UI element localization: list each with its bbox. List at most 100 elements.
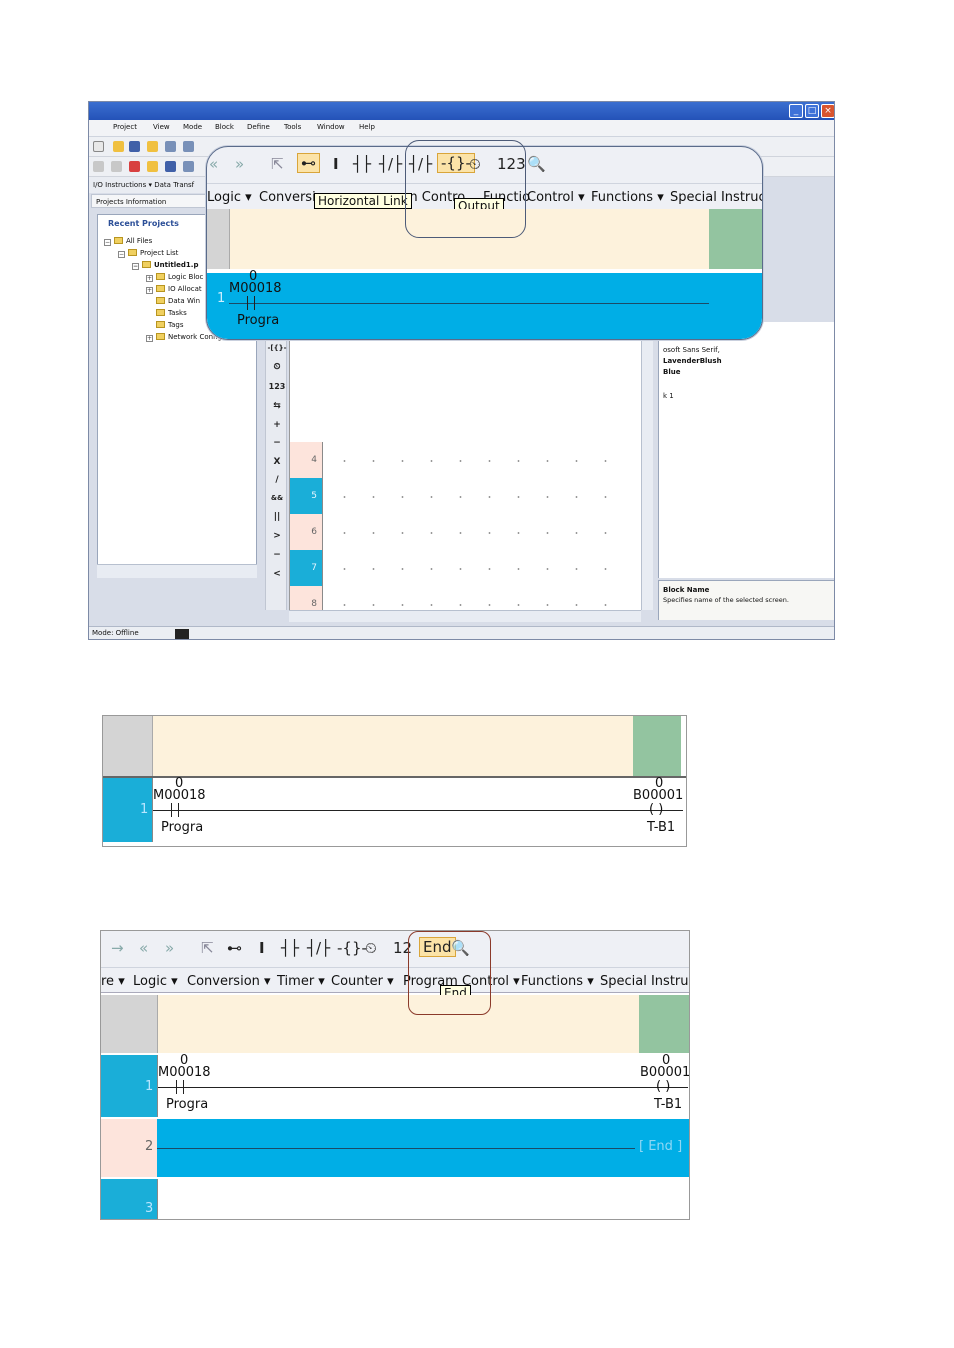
- menu-logic[interactable]: Logic ▾: [207, 190, 252, 205]
- output-coil-icon[interactable]: -{}-: [337, 939, 367, 957]
- property-block-name[interactable]: k 1: [663, 392, 674, 400]
- multiply-tool[interactable]: X: [266, 457, 288, 467]
- rung-1-selected[interactable]: 1 0 M00018 Progra: [207, 269, 762, 339]
- rung-3[interactable]: [157, 1179, 689, 1219]
- open-folder-icon[interactable]: [113, 141, 124, 152]
- normally-closed-contact-icon[interactable]: ┤/├: [307, 939, 330, 957]
- io-instructions-menu[interactable]: I/O Instructions: [93, 181, 146, 189]
- header-corner: [103, 716, 152, 776]
- back-icon[interactable]: «: [209, 155, 218, 173]
- save-icon[interactable]: [129, 141, 140, 152]
- close-button[interactable]: ×: [821, 104, 834, 118]
- ladder-horizontal-scrollbar[interactable]: [289, 610, 641, 622]
- collapse-icon[interactable]: −: [132, 263, 139, 270]
- menu-control[interactable]: Control ▾: [527, 190, 585, 205]
- coil-address: B00001: [640, 1065, 690, 1080]
- rung-2-selected[interactable]: [ End ]: [157, 1119, 689, 1177]
- menu-tools[interactable]: Tools: [284, 123, 301, 131]
- delete-icon[interactable]: [129, 161, 140, 172]
- collapse-icon[interactable]: −: [104, 239, 111, 246]
- vertical-link-icon[interactable]: I: [259, 939, 265, 957]
- ladder-editor[interactable]: 4 5 6 7 8: [289, 332, 641, 622]
- timer-tool[interactable]: ⏲: [266, 362, 288, 372]
- ladder-vertical-scrollbar[interactable]: [641, 332, 653, 610]
- menu-window[interactable]: Window: [317, 123, 345, 131]
- expand-icon[interactable]: +: [146, 335, 153, 342]
- number-tool[interactable]: 123: [266, 382, 288, 391]
- divide-tool[interactable]: /: [266, 475, 288, 485]
- tree-item-logic-blocks[interactable]: + Logic Bloc: [146, 273, 203, 282]
- expand-icon[interactable]: +: [146, 275, 153, 282]
- paste-icon[interactable]: [111, 161, 122, 172]
- horizontal-link-icon[interactable]: ⊷: [227, 939, 242, 957]
- project-tree-scrollbar[interactable]: [97, 564, 257, 578]
- horizontal-link-icon[interactable]: ⊷: [297, 153, 320, 173]
- minimize-button[interactable]: _: [789, 104, 803, 118]
- zoom-icon[interactable]: 🔍: [527, 155, 546, 173]
- tree-item-tags[interactable]: Tags: [156, 321, 184, 329]
- menu-partial[interactable]: re ▾: [101, 974, 125, 989]
- tree-item-untitled1[interactable]: − Untitled1.p: [132, 261, 198, 270]
- data-transfer-menu[interactable]: Data Transf: [154, 181, 194, 189]
- folder-icon: [156, 285, 165, 292]
- menu-help[interactable]: Help: [359, 123, 375, 131]
- tree-item-project-list[interactable]: − Project List: [118, 249, 178, 258]
- folder-icon[interactable]: [147, 141, 158, 152]
- back-icon[interactable]: «: [139, 939, 148, 957]
- menu-mode[interactable]: Mode: [183, 123, 202, 131]
- monitor-icon[interactable]: [165, 161, 176, 172]
- greater-than-tool[interactable]: >: [266, 531, 288, 541]
- maximize-button[interactable]: □: [805, 104, 819, 118]
- menu-logic[interactable]: Logic ▾: [133, 974, 178, 989]
- grid-icon[interactable]: [183, 161, 194, 172]
- transfer-tool[interactable]: ⇆: [266, 401, 288, 411]
- print-icon[interactable]: [165, 141, 176, 152]
- expand-icon[interactable]: +: [146, 287, 153, 294]
- tree-item-io-allocation[interactable]: + IO Allocat: [146, 285, 202, 294]
- menu-functions[interactable]: Functions ▾: [591, 190, 664, 205]
- menu-view[interactable]: View: [153, 123, 170, 131]
- folder-icon[interactable]: [147, 161, 158, 172]
- rung-1[interactable]: 0 M00018 Progra 0 B00001 ( ) T-B1: [152, 776, 683, 842]
- normally-open-contact-icon[interactable]: ┤├: [353, 155, 371, 173]
- minus-tool[interactable]: −: [266, 550, 288, 560]
- tree-item-data-window[interactable]: Data Win: [156, 297, 200, 305]
- property-back-color[interactable]: LavenderBlush: [663, 357, 722, 365]
- copy-icon[interactable]: [93, 161, 104, 172]
- add-tool[interactable]: +: [266, 420, 288, 430]
- and-tool[interactable]: &&: [266, 494, 288, 502]
- forward-icon[interactable]: »: [235, 155, 244, 173]
- menu-special-instructions[interactable]: Special Instructi: [600, 974, 689, 989]
- property-fore-color[interactable]: Blue: [663, 368, 680, 376]
- grid-dots: [330, 604, 630, 606]
- output-tool[interactable]: -[{}-: [266, 344, 288, 352]
- select-icon[interactable]: ⇱: [271, 155, 284, 173]
- menu-block[interactable]: Block: [215, 123, 234, 131]
- contact-label: Progra: [166, 1097, 209, 1112]
- less-than-tool[interactable]: <: [266, 569, 288, 579]
- menu-define[interactable]: Define: [247, 123, 270, 131]
- tree-item-tasks[interactable]: Tasks: [156, 309, 187, 317]
- menu-conversion[interactable]: Conversion ▾: [187, 974, 271, 989]
- normally-open-contact-icon[interactable]: ┤├: [281, 939, 299, 957]
- menu-functions[interactable]: Functions ▾: [521, 974, 594, 989]
- new-file-icon[interactable]: [93, 141, 104, 152]
- rung-1[interactable]: 0 M00018 Progra 0 B00001 ( ) T-B1: [157, 1053, 690, 1117]
- contact-address: M00018: [153, 788, 206, 803]
- menu-special-instructions[interactable]: Special Instructi: [670, 190, 762, 205]
- tree-item-all-files[interactable]: − All Files: [104, 237, 152, 246]
- timer-icon[interactable]: ⏲: [365, 939, 377, 957]
- arrow-right-icon[interactable]: →: [111, 939, 124, 957]
- subtract-tool[interactable]: −: [266, 438, 288, 448]
- vertical-link-icon[interactable]: I: [333, 155, 339, 173]
- select-icon[interactable]: ⇱: [201, 939, 214, 957]
- normally-closed-contact-icon[interactable]: ┤/├: [379, 155, 402, 173]
- menu-project[interactable]: Project: [113, 123, 137, 131]
- menu-timer[interactable]: Timer ▾: [277, 974, 325, 989]
- menu-counter[interactable]: Counter ▾: [331, 974, 394, 989]
- property-font[interactable]: osoft Sans Serif,: [663, 346, 720, 354]
- preview-icon[interactable]: [183, 141, 194, 152]
- forward-icon[interactable]: »: [165, 939, 174, 957]
- or-tool[interactable]: ||: [266, 512, 288, 522]
- collapse-icon[interactable]: −: [118, 251, 125, 258]
